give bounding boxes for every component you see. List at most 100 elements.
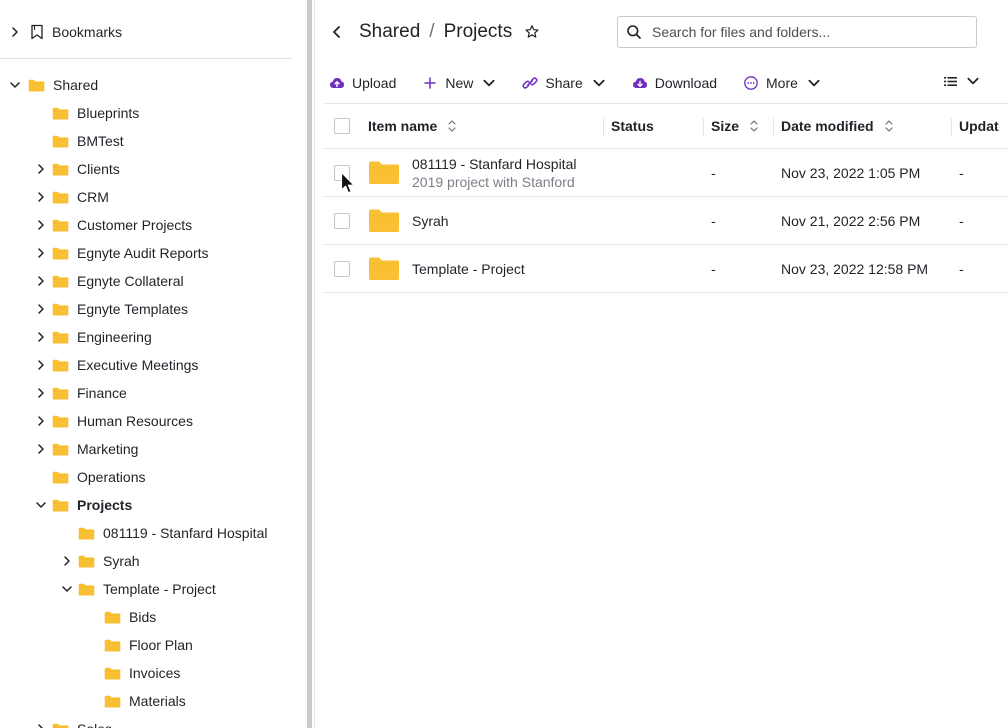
sidebar-tree-item[interactable]: Egnyte Templates — [34, 295, 188, 323]
item-name-cell[interactable]: Syrah — [368, 197, 449, 244]
column-label: Date modified — [781, 118, 874, 134]
sidebar-tree-item[interactable]: Clients — [34, 155, 120, 183]
table-row[interactable]: Syrah - Nov 21, 2022 2:56 PM - — [324, 197, 1008, 245]
chevron-right-icon[interactable] — [34, 246, 48, 260]
chevron-right-icon[interactable] — [34, 722, 48, 728]
chevron-right-icon[interactable] — [34, 218, 48, 232]
size-cell: - — [711, 164, 716, 181]
table-row[interactable]: Template - Project - Nov 23, 2022 12:58 PM… — [324, 245, 1008, 293]
new-button[interactable]: New — [422, 70, 496, 96]
sidebar-tree-item[interactable]: 081119 - Stanfard Hospital — [60, 519, 267, 547]
row-checkbox[interactable] — [334, 212, 350, 229]
folder-icon — [52, 723, 69, 728]
item-name[interactable]: Template - Project — [412, 261, 525, 277]
sidebar-tree-item[interactable]: BMTest — [34, 127, 124, 155]
column-divider[interactable] — [703, 118, 704, 136]
table-row[interactable]: 081119 - Stanfard Hospital 2019 project w… — [324, 149, 1008, 197]
select-all-checkbox-cell[interactable] — [334, 104, 350, 148]
sidebar-tree-item[interactable]: Floor Plan — [86, 631, 193, 659]
sort-icon[interactable] — [748, 119, 760, 133]
chevron-down-icon[interactable] — [8, 78, 22, 92]
more-button[interactable]: More — [743, 70, 821, 96]
chevron-right-icon[interactable] — [34, 162, 48, 176]
sidebar-tree-item[interactable]: Egnyte Audit Reports — [34, 239, 209, 267]
folder-icon — [52, 219, 69, 232]
back-arrow-icon[interactable] — [329, 24, 345, 40]
chevron-right-icon[interactable] — [60, 554, 74, 568]
sort-icon[interactable] — [446, 119, 458, 133]
column-label: Updat — [959, 118, 999, 134]
folder-icon — [52, 471, 69, 484]
folder-icon — [104, 667, 121, 680]
breadcrumb-separator: / — [429, 21, 435, 42]
sidebar-item-shared[interactable]: Shared — [8, 71, 98, 99]
sidebar-tree-item[interactable]: Invoices — [86, 659, 180, 687]
row-checkbox-cell[interactable] — [334, 245, 350, 292]
view-toggle-button[interactable] — [944, 74, 980, 88]
sidebar-tree-item[interactable]: Customer Projects — [34, 211, 192, 239]
sidebar-item-label: Blueprints — [77, 105, 140, 121]
sidebar-item-label: Bookmarks — [52, 24, 123, 40]
select-all-checkbox[interactable] — [334, 118, 350, 134]
sidebar-tree-item[interactable]: Operations — [34, 463, 145, 491]
sidebar-tree-item[interactable]: Marketing — [34, 435, 138, 463]
folder-icon — [52, 415, 69, 428]
sidebar-tree-item[interactable]: Materials — [86, 687, 186, 715]
chevron-right-icon[interactable] — [34, 190, 48, 204]
chevron-right-icon[interactable] — [34, 358, 48, 372]
sidebar-tree-item[interactable]: Human Resources — [34, 407, 193, 435]
sidebar-tree-item[interactable]: Finance — [34, 379, 127, 407]
folder-icon — [52, 387, 69, 400]
column-header-status[interactable]: Status — [611, 104, 654, 148]
download-button[interactable]: Download — [632, 70, 717, 96]
chevron-placeholder — [34, 134, 48, 148]
row-checkbox[interactable] — [334, 260, 350, 277]
sidebar-tree-item[interactable]: Blueprints — [34, 99, 139, 127]
item-name-cell[interactable]: 081119 - Stanfard Hospital 2019 project w… — [368, 149, 576, 196]
chevron-right-icon[interactable] — [8, 25, 22, 39]
row-checkbox-cell[interactable] — [334, 197, 350, 244]
column-header-name[interactable]: Item name — [368, 104, 458, 148]
column-divider[interactable] — [951, 118, 952, 136]
chevron-right-icon[interactable] — [34, 442, 48, 456]
item-name[interactable]: 081119 - Stanfard Hospital — [412, 156, 576, 172]
column-header-updated[interactable]: Updat — [959, 104, 999, 148]
sidebar-tree-item[interactable]: Egnyte Collateral — [34, 267, 184, 295]
sidebar-item-label: CRM — [77, 189, 109, 205]
item-name-cell[interactable]: Template - Project — [368, 245, 525, 292]
chevron-down-icon[interactable] — [60, 582, 74, 596]
sidebar-tree-item[interactable]: Executive Meetings — [34, 351, 198, 379]
column-header-size[interactable]: Size — [711, 104, 760, 148]
sidebar-item-bookmarks[interactable]: Bookmarks — [8, 18, 122, 46]
column-divider[interactable] — [603, 118, 604, 136]
chevron-right-icon[interactable] — [34, 386, 48, 400]
chevron-right-icon[interactable] — [34, 330, 48, 344]
folder-icon — [78, 527, 95, 540]
sidebar-tree-item[interactable]: CRM — [34, 183, 109, 211]
more-label: More — [766, 75, 798, 91]
share-button[interactable]: Share — [522, 70, 605, 96]
sidebar-tree-item[interactable]: Syrah — [60, 547, 140, 575]
sidebar-tree-item[interactable]: Bids — [86, 603, 156, 631]
search-box[interactable] — [617, 16, 977, 48]
chevron-right-icon[interactable] — [34, 302, 48, 316]
sidebar-tree-item[interactable]: Template - Project — [60, 575, 216, 603]
folder-icon — [52, 163, 69, 176]
item-name[interactable]: Syrah — [412, 213, 449, 229]
sidebar-tree-item[interactable]: Projects — [34, 491, 132, 519]
sidebar-tree-item[interactable]: Sales — [34, 715, 112, 728]
sidebar-tree-item[interactable]: Engineering — [34, 323, 152, 351]
sidebar-scrollbar[interactable] — [307, 0, 312, 728]
chevron-down-icon[interactable] — [34, 498, 48, 512]
chevron-right-icon[interactable] — [34, 274, 48, 288]
sort-icon[interactable] — [883, 119, 895, 133]
upload-button[interactable]: Upload — [329, 70, 396, 96]
search-input[interactable] — [652, 24, 952, 40]
column-divider[interactable] — [773, 118, 774, 136]
folder-icon — [52, 107, 69, 120]
column-header-date-modified[interactable]: Date modified — [781, 104, 895, 148]
breadcrumb-parent[interactable]: Shared — [359, 21, 420, 43]
chevron-right-icon[interactable] — [34, 414, 48, 428]
star-icon[interactable] — [524, 24, 540, 40]
chevron-placeholder — [86, 638, 100, 652]
